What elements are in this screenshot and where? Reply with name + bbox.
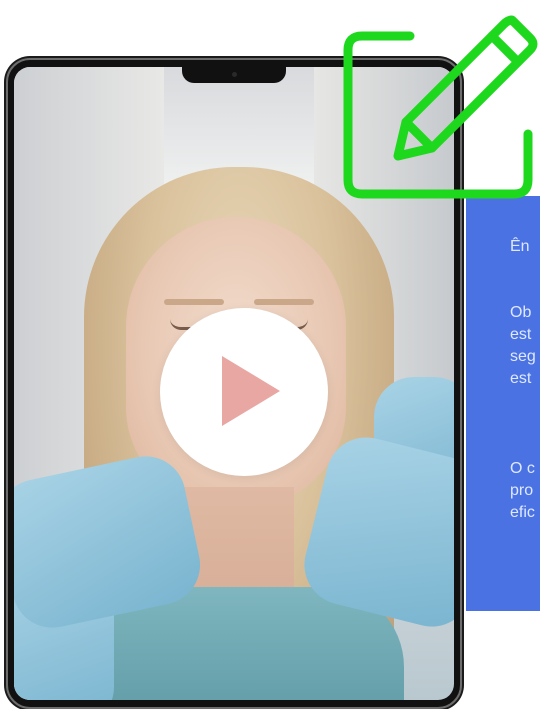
play-button[interactable] bbox=[160, 308, 328, 476]
panel-paragraph-2-line: est bbox=[510, 326, 532, 343]
pencil-square-icon[interactable] bbox=[338, 10, 540, 210]
panel-paragraph-3-line: efic bbox=[510, 504, 535, 521]
panel-paragraph-3-line: pro bbox=[510, 482, 534, 499]
panel-paragraph-2: Ob est seg est bbox=[510, 302, 540, 390]
panel-paragraph-1: Ên bbox=[510, 238, 530, 255]
panel-paragraph-3: O c pro efic bbox=[510, 458, 540, 524]
camera-notch bbox=[182, 67, 286, 83]
info-panel: Ên Ob est seg est O c pro efic bbox=[466, 196, 540, 611]
play-icon bbox=[222, 356, 280, 426]
panel-paragraph-2-line: Ob bbox=[510, 304, 532, 321]
panel-paragraph-2-line: est bbox=[510, 370, 532, 387]
panel-paragraph-3-line: O c bbox=[510, 460, 535, 477]
panel-paragraph-2-line: seg bbox=[510, 348, 536, 365]
